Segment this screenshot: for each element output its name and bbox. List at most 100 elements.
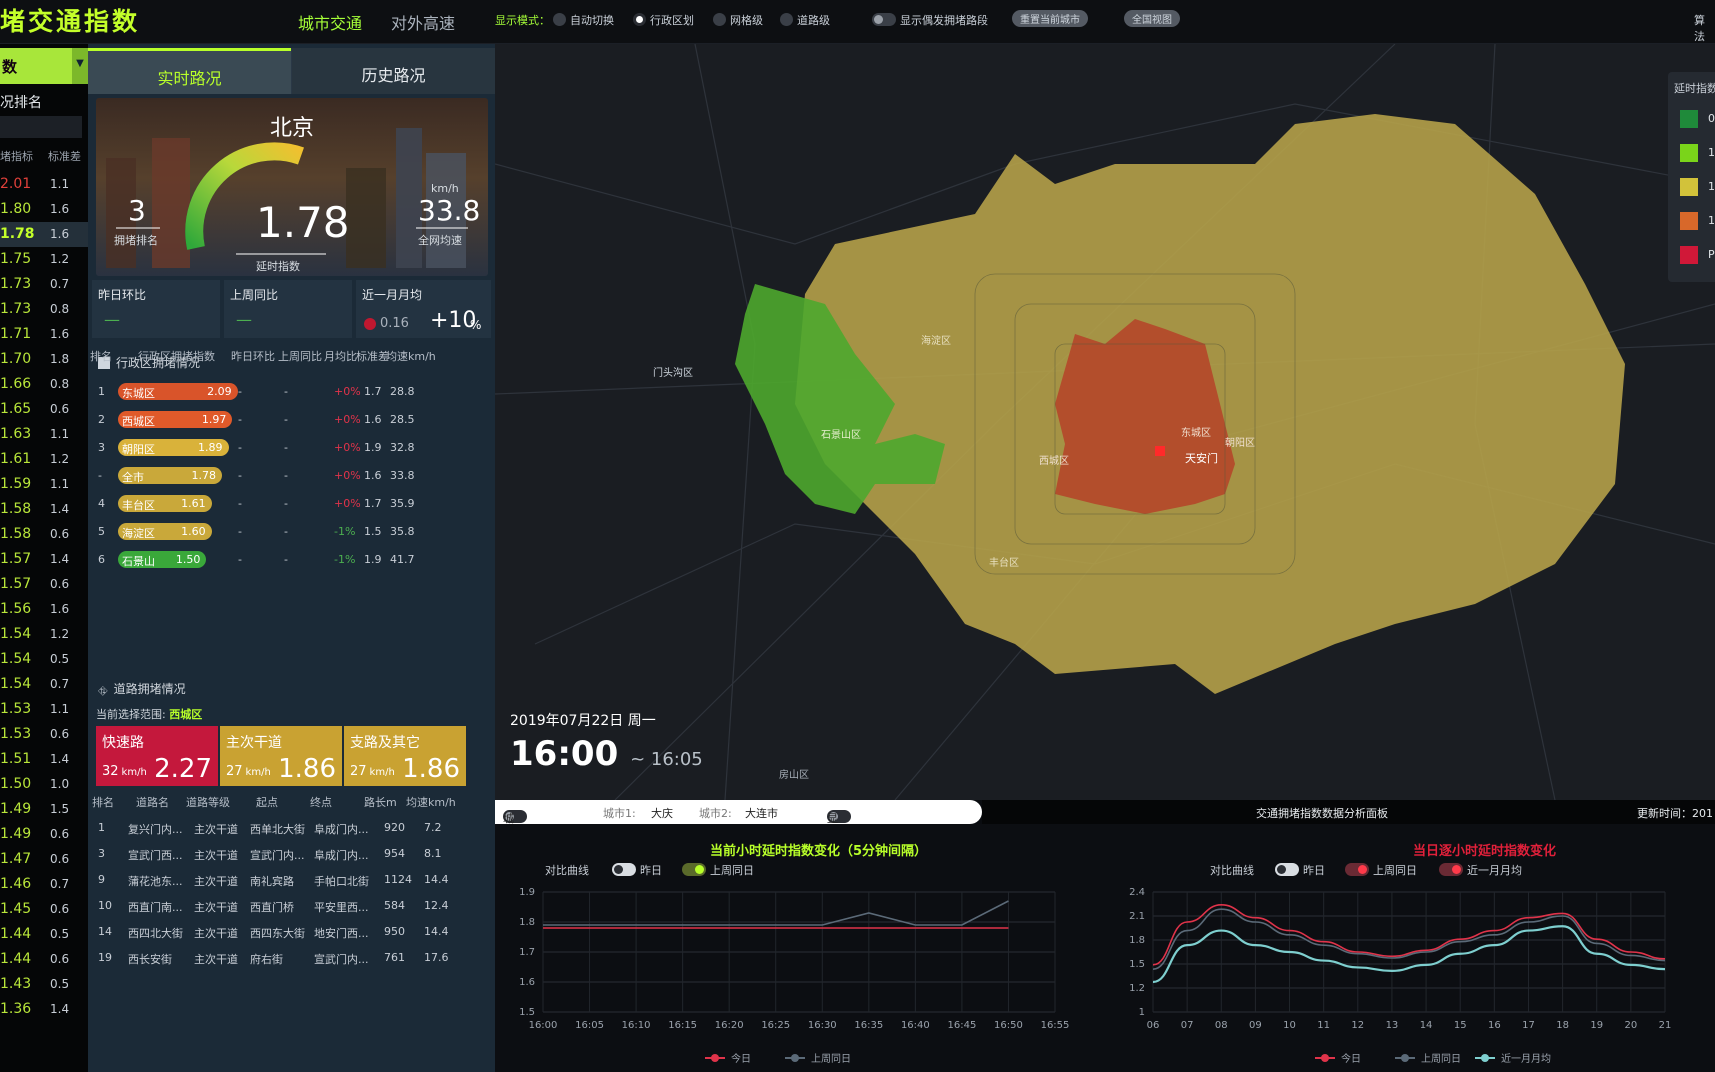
ranking-row[interactable]: 1.54 0.7 [0, 672, 88, 697]
ranking-row[interactable]: 1.80 1.6 [0, 197, 88, 222]
tab-history[interactable]: 历史路况 [292, 48, 495, 94]
ranking-row[interactable]: 1.57 0.6 [0, 572, 88, 597]
road-type-card[interactable]: 支路及其它 27 km/h 1.86 [344, 726, 466, 786]
ranking-row[interactable]: 2.01 1.1 [0, 172, 88, 197]
ranking-index: 1.73 [0, 276, 32, 292]
sporadic-toggle[interactable]: 显示偶发拥堵路段 [872, 12, 988, 28]
ranking-row[interactable]: 1.50 1.0 [0, 772, 88, 797]
road-type-card[interactable]: 主次干道 27 km/h 1.86 [220, 726, 342, 786]
label-xicheng: 西城区 [1039, 456, 1069, 467]
x-tick-label: 20 [1624, 1020, 1637, 1031]
ranking-row[interactable]: 1.73 0.8 [0, 297, 88, 322]
district-row[interactable]: 6 - - -1% 1.9 41.7 石景山 1.50 [88, 546, 495, 574]
legend-series-name: 今日 [1341, 1052, 1361, 1065]
ranking-index: 1.51 [0, 751, 32, 767]
district-row[interactable]: - - - +0% 1.6 33.8 全市 1.78 [88, 462, 495, 490]
road-name: 西长安街 [128, 953, 172, 966]
road-row[interactable]: 10 西直门南... 主次干道 西直门桥 平安里西... 584 12.4 [88, 892, 495, 920]
ranking-row[interactable]: 1.53 0.6 [0, 722, 88, 747]
ranking-index: 1.43 [0, 976, 32, 992]
ranking-std: 1.5 [50, 802, 70, 816]
ranking-row[interactable]: 1.49 1.5 [0, 797, 88, 822]
ranking-row[interactable]: 1.59 1.1 [0, 472, 88, 497]
ranking-row[interactable]: 1.44 0.5 [0, 922, 88, 947]
x-tick-label: 14 [1420, 1020, 1433, 1031]
ranking-row[interactable]: 1.73 0.7 [0, 272, 88, 297]
legend-series-name: 上周同日 [1421, 1053, 1461, 1065]
chart1-svg[interactable]: 1.9 1.8 1.7 1.6 1.5 16:00 16:05 16:10 16:15 16:20… [495, 872, 1105, 1072]
city-name: 北京 [269, 116, 314, 141]
ranking-index: 1.80 [0, 201, 32, 217]
mode-grid[interactable]: 网格级 [713, 12, 763, 28]
search-input[interactable] [0, 116, 82, 138]
district-y: - [238, 525, 242, 538]
district-map[interactable] [495, 44, 1715, 800]
ranking-row[interactable]: 1.36 1.4 [0, 997, 88, 1022]
ranking-row[interactable]: 1.66 0.8 [0, 372, 88, 397]
ranking-row[interactable]: 1.54 1.2 [0, 622, 88, 647]
ranking-row[interactable]: 1.71 1.6 [0, 322, 88, 347]
mode-road[interactable]: 道路级 [780, 12, 830, 28]
ranking-row[interactable]: 1.58 1.4 [0, 497, 88, 522]
city1-select[interactable]: 大庆 [651, 805, 673, 821]
ranking-row[interactable]: 1.61 1.2 [0, 447, 88, 472]
reset-city-button[interactable]: 重置当前城市 [1012, 10, 1088, 27]
district-row[interactable]: 5 - - -1% 1.5 35.8 海淀区 1.60 [88, 518, 495, 546]
district-row[interactable]: 4 - - +0% 1.7 35.9 丰台区 1.61 [88, 490, 495, 518]
ranking-std: 1.1 [50, 427, 70, 441]
ranking-row[interactable]: 1.43 0.5 [0, 972, 88, 997]
ranking-row[interactable]: 1.45 0.6 [0, 897, 88, 922]
ranking-row[interactable]: 1.78 1.6 [0, 222, 88, 247]
nav-city-traffic[interactable]: 城市交通 [298, 10, 362, 34]
district-col-header: 标准差 [356, 350, 389, 363]
road-type-card[interactable]: 快速路 32 km/h 2.27 [96, 726, 218, 786]
road-row[interactable]: 1 复兴门内... 主次干道 西单北大街 阜成门内... 920 7.2 [88, 814, 495, 842]
district-row[interactable]: 1 - - +0% 1.7 28.8 东城区 2.09 [88, 378, 495, 406]
ranking-row[interactable]: 1.49 0.6 [0, 822, 88, 847]
district-row[interactable]: 2 - - +0% 1.6 28.5 西城区 1.97 [88, 406, 495, 434]
mode-auto[interactable]: 自动切换 [553, 12, 614, 28]
ranking-index: 1.45 [0, 901, 32, 917]
road-spd: 8.1 [424, 847, 442, 860]
full-view-button[interactable]: 全国视图 [1124, 10, 1180, 27]
ranking-row[interactable]: 1.75 1.2 [0, 247, 88, 272]
y-tick-label: 1.9 [519, 887, 535, 898]
x-tick-label: 16:25 [761, 1020, 790, 1031]
tab-realtime[interactable]: 实时路况 [88, 48, 291, 94]
ranking-row[interactable]: 1.53 1.1 [0, 697, 88, 722]
road-row[interactable]: 9 蒲花池东... 主次干道 南礼宾路 手帕口北街 1124 14.4 [88, 866, 495, 894]
chart2-svg[interactable]: 2.4 2.1 1.8 1.5 1.2 106 07 08 09 10 11 12 13 14 15 16 17… [1105, 872, 1715, 1072]
ranking-row[interactable]: 1.58 0.6 [0, 522, 88, 547]
ranking-row[interactable]: 1.56 1.6 [0, 597, 88, 622]
district-spd: 41.7 [390, 553, 415, 566]
y-tick-label: 1.5 [1129, 959, 1145, 970]
nav-highway[interactable]: 对外高速 [391, 10, 455, 34]
ranking-row[interactable]: 1.44 0.6 [0, 947, 88, 972]
ranking-row[interactable]: 1.46 0.7 [0, 872, 88, 897]
district-row[interactable]: 3 - - +0% 1.9 32.8 朝阳区 1.89 [88, 434, 495, 462]
district-std: 1.6 [364, 413, 382, 426]
traffic-map[interactable]: 门头沟区 海淀区 石景山区 东城区 西城区 朝阳区 天安门 丰台区 房山区 [495, 44, 1715, 800]
ranking-row[interactable]: 1.63 1.1 [0, 422, 88, 447]
district-spd: 32.8 [390, 441, 415, 454]
ranking-row[interactable]: 1.57 1.4 [0, 547, 88, 572]
district-y: - [238, 469, 242, 482]
ranking-row[interactable]: 1.47 0.6 [0, 847, 88, 872]
ranking-std: 1.1 [50, 477, 70, 491]
road-row[interactable]: 19 西长安街 主次干道 府右街 宣武门内... 761 17.6 [88, 944, 495, 972]
ranking-row[interactable]: 1.54 0.5 [0, 647, 88, 672]
algorithm-link[interactable]: 算法 [1694, 12, 1715, 44]
ranking-row[interactable]: 1.51 1.4 [0, 747, 88, 772]
toggle-icon [872, 13, 896, 26]
ranking-row[interactable]: 1.65 0.6 [0, 397, 88, 422]
road-row[interactable]: 3 宣武门西... 主次干道 宣武门内... 阜成门内... 954 8.1 [88, 840, 495, 868]
ranking-row[interactable]: 1.70 1.8 [0, 347, 88, 372]
ranking-index: 1.59 [0, 476, 32, 492]
y-tick-label: 1.6 [519, 977, 535, 988]
mode-district[interactable]: 行政区划 [633, 12, 694, 28]
city2-select[interactable]: 大连市 [745, 805, 778, 821]
ranking-std: 1.6 [50, 202, 70, 216]
road-row[interactable]: 14 西四北大街 主次干道 西四东大街 地安门西... 950 14.4 [88, 918, 495, 946]
chevron-down-icon[interactable]: ▼ [72, 48, 88, 84]
series-line-0 [1152, 904, 1666, 966]
